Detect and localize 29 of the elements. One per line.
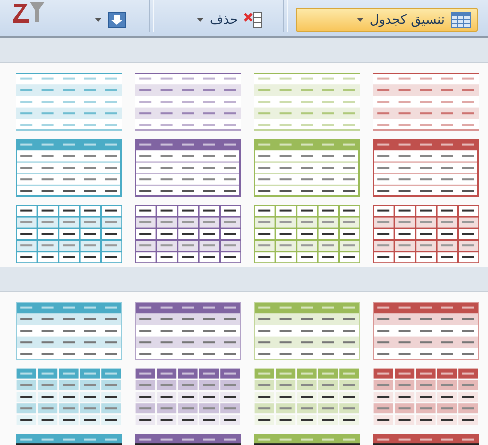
table-style-swatch[interactable] [254, 368, 360, 426]
table-icon [451, 12, 471, 28]
caret-icon [197, 18, 204, 22]
table-style-swatch[interactable] [373, 73, 479, 131]
table-style-swatch[interactable] [254, 302, 360, 360]
delete-button[interactable]: حذف [190, 8, 270, 32]
table-style-swatch[interactable] [135, 368, 241, 426]
table-style-swatch[interactable] [254, 139, 360, 197]
sort-icon[interactable] [12, 2, 46, 24]
caret-icon [356, 18, 364, 22]
table-style-swatch[interactable] [254, 205, 360, 263]
table-style-swatch[interactable] [373, 139, 479, 197]
table-style-swatch[interactable] [373, 205, 479, 263]
table-style-swatch[interactable] [373, 302, 479, 360]
table-style-swatch[interactable] [16, 139, 122, 197]
table-style-swatch[interactable] [254, 73, 360, 131]
table-style-swatch[interactable] [373, 368, 479, 426]
table-style-swatch[interactable] [16, 205, 122, 263]
table-style-swatch[interactable] [135, 139, 241, 197]
format-as-table-button[interactable]: تنسيق كجدول [296, 8, 478, 32]
caret-icon [95, 18, 102, 22]
table-style-swatch[interactable] [135, 73, 241, 131]
table-style-swatch[interactable] [16, 368, 122, 426]
table-style-swatch[interactable] [135, 302, 241, 360]
table-style-swatch[interactable] [16, 73, 122, 131]
down-arrow-icon [108, 12, 126, 28]
table-style-swatch[interactable] [16, 302, 122, 360]
delete-cells-icon [244, 12, 262, 28]
table-style-swatch[interactable] [135, 205, 241, 263]
